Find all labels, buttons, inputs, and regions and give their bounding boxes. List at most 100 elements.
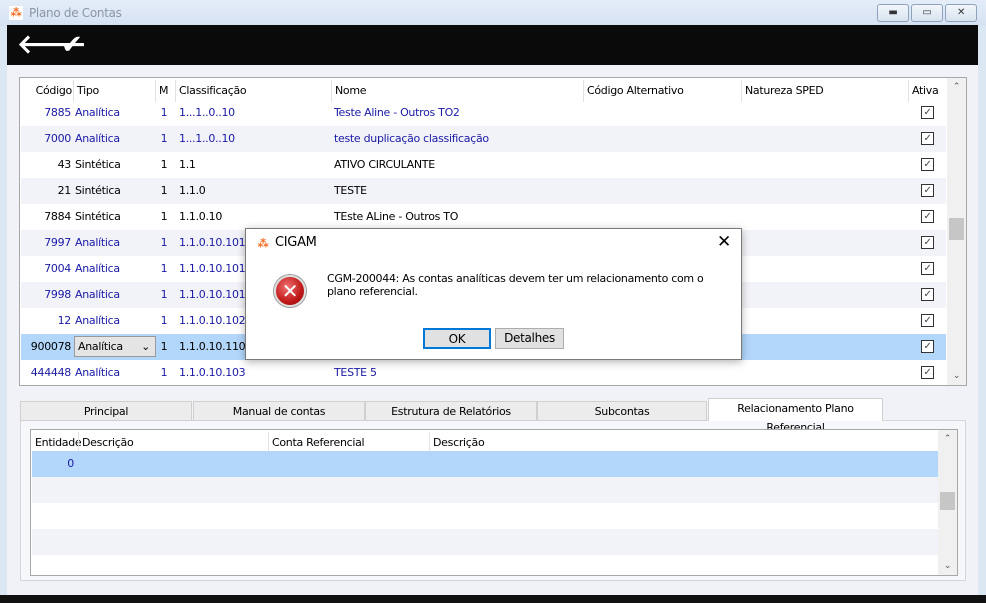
cell-m: 1	[160, 288, 168, 301]
table-row[interactable]: 7884 Sintética 1 1.1.0.10 TEste ALine - Outr…	[21, 204, 946, 230]
ativa-checkbox[interactable]: ✓	[921, 184, 934, 197]
chevron-down-icon: ⌄	[141, 340, 150, 353]
cell-codigo: 7997	[44, 236, 71, 249]
grid-scrollbar[interactable]: ⌃ ⌄	[947, 78, 966, 385]
cell-classificacao: 1.1.0.10.101	[179, 262, 246, 275]
col-codigo[interactable]: Código	[20, 80, 73, 102]
scroll-thumb[interactable]	[940, 492, 955, 510]
toolbar: 🡐 ✔	[7, 25, 978, 65]
checkmark-icon[interactable]: ✔	[61, 30, 83, 60]
cell-tipo: Analítica	[75, 314, 120, 327]
cell-nome: ATIVO CIRCULANTE	[334, 158, 435, 171]
tab-principal[interactable]: Principal	[20, 401, 192, 421]
cigam-logo-icon: ⁂	[9, 6, 23, 20]
scroll-down-icon[interactable]: ⌄	[938, 561, 957, 571]
cell-codigo: 7000	[44, 132, 71, 145]
cell-classificacao: 1.1.0.10.103	[179, 366, 246, 379]
referencial-grid: Entidade Descrição Conta Referencial Des…	[30, 429, 958, 576]
cell-tipo: Analítica	[75, 262, 120, 275]
ativa-checkbox[interactable]: ✓	[921, 262, 934, 275]
cell-classificacao: 1.1.0	[179, 184, 206, 197]
tab-relacionamento-plano-referencial[interactable]: Relacionamento Plano Referencial	[708, 398, 883, 434]
ativa-checkbox[interactable]: ✓	[921, 106, 934, 119]
cell-m: 1	[160, 262, 168, 275]
scroll-up-icon[interactable]: ⌃	[938, 434, 957, 444]
col-codigo-alternativo[interactable]: Código Alternativo	[583, 80, 739, 102]
ativa-checkbox[interactable]: ✓	[921, 158, 934, 171]
table-row[interactable]: 444448 Analítica 1 1.1.0.10.103 TESTE 5 ✓	[21, 360, 946, 385]
dialog-title: CIGAM	[275, 235, 317, 250]
error-dialog: ⁂ CIGAM ✕ ✕ CGM-200044: As contas analít…	[245, 228, 742, 360]
tab-estrutura-de-relatorios[interactable]: Estrutura de Relatórios	[365, 401, 537, 421]
cell-m: 1	[160, 366, 168, 379]
tab-manual-de-contas[interactable]: Manual de contas	[193, 401, 365, 421]
col-ativa[interactable]: Ativa	[908, 80, 943, 102]
ativa-checkbox[interactable]: ✓	[921, 366, 934, 379]
taskbar-edge	[0, 595, 986, 603]
cell-tipo: Analítica	[75, 366, 120, 379]
details-button[interactable]: Detalhes	[495, 328, 564, 349]
cell-tipo: Analítica	[75, 106, 120, 119]
cell-classificacao: 1.1.0.10.101	[179, 236, 246, 249]
cell-codigo: 43	[57, 158, 72, 171]
cell-entidade: 0	[67, 457, 74, 470]
empty-row	[32, 477, 938, 503]
cell-codigo: 21	[57, 184, 72, 197]
scroll-down-icon[interactable]: ⌄	[947, 371, 966, 381]
col-nome[interactable]: Nome	[331, 80, 581, 102]
cell-codigo: 7998	[44, 288, 71, 301]
table-row[interactable]: 0	[32, 451, 938, 477]
tab-subcontas[interactable]: Subcontas	[537, 401, 707, 421]
cell-m: 1	[160, 210, 168, 223]
cell-m: 1	[160, 184, 168, 197]
cell-classificacao: 1...1..0..10	[179, 106, 235, 119]
ativa-checkbox[interactable]: ✓	[921, 132, 934, 145]
cell-codigo: 7884	[44, 210, 71, 223]
dialog-message: CGM-200044: As contas analíticas devem t…	[327, 272, 704, 298]
cell-classificacao: 1.1.0.10.110	[179, 340, 246, 353]
tipo-value: Analítica	[78, 340, 123, 353]
col-m[interactable]: M	[155, 80, 173, 102]
cell-codigo: 7885	[44, 106, 71, 119]
scroll-thumb[interactable]	[949, 218, 964, 240]
ativa-checkbox[interactable]: ✓	[921, 340, 934, 353]
ok-button[interactable]: OK	[423, 328, 491, 349]
cell-m: 1	[160, 340, 168, 353]
table-row[interactable]: 43 Sintética 1 1.1 ATIVO CIRCULANTE ✓	[21, 152, 946, 178]
cell-classificacao: 1.1.0.10	[179, 210, 223, 223]
minimize-button[interactable]: ▬	[877, 4, 909, 22]
ativa-checkbox[interactable]: ✓	[921, 236, 934, 249]
ativa-checkbox[interactable]: ✓	[921, 288, 934, 301]
cell-tipo: Sintética	[75, 184, 121, 197]
table-row[interactable]: 21 Sintética 1 1.1.0 TESTE ✓	[21, 178, 946, 204]
cell-m: 1	[160, 314, 168, 327]
scroll-up-icon[interactable]: ⌃	[947, 82, 966, 92]
title-bar: ⁂ Plano de Contas ▬ ▭ ✕	[0, 0, 986, 26]
cell-tipo: Sintética	[75, 210, 121, 223]
cell-codigo: 900078	[30, 340, 72, 353]
cell-classificacao: 1.1.0.10.101	[179, 288, 246, 301]
cell-tipo: Analítica	[75, 132, 120, 145]
cell-nome: TEste ALine - Outros TO	[334, 210, 459, 223]
cell-m: 1	[160, 132, 168, 145]
cell-classificacao: 1.1.0.10.102	[179, 314, 246, 327]
col-natureza-sped[interactable]: Natureza SPED	[741, 80, 906, 102]
subgrid-scrollbar[interactable]: ⌃ ⌄	[938, 430, 957, 575]
maximize-button[interactable]: ▭	[911, 4, 943, 22]
col-classificacao[interactable]: Classificação	[175, 80, 329, 102]
table-row[interactable]: 7000 Analítica 1 1...1..0..10 teste duplicaç…	[21, 126, 946, 152]
ativa-checkbox[interactable]: ✓	[921, 210, 934, 223]
ativa-checkbox[interactable]: ✓	[921, 314, 934, 327]
cell-m: 1	[160, 158, 168, 171]
table-row[interactable]: 7885 Analítica 1 1...1..0..10 Teste Aline - …	[21, 100, 946, 126]
error-icon: ✕	[274, 275, 306, 307]
close-window-button[interactable]: ✕	[945, 4, 977, 22]
col-tipo[interactable]: Tipo	[73, 80, 153, 102]
tipo-dropdown[interactable]: Analítica ⌄	[74, 336, 156, 357]
cell-tipo: Analítica	[75, 236, 120, 249]
close-icon[interactable]: ✕	[717, 232, 731, 252]
cell-tipo: Sintética	[75, 158, 121, 171]
cell-codigo: 444448	[30, 366, 72, 379]
cell-classificacao: 1...1..0..10	[179, 132, 235, 145]
empty-row	[32, 529, 938, 555]
